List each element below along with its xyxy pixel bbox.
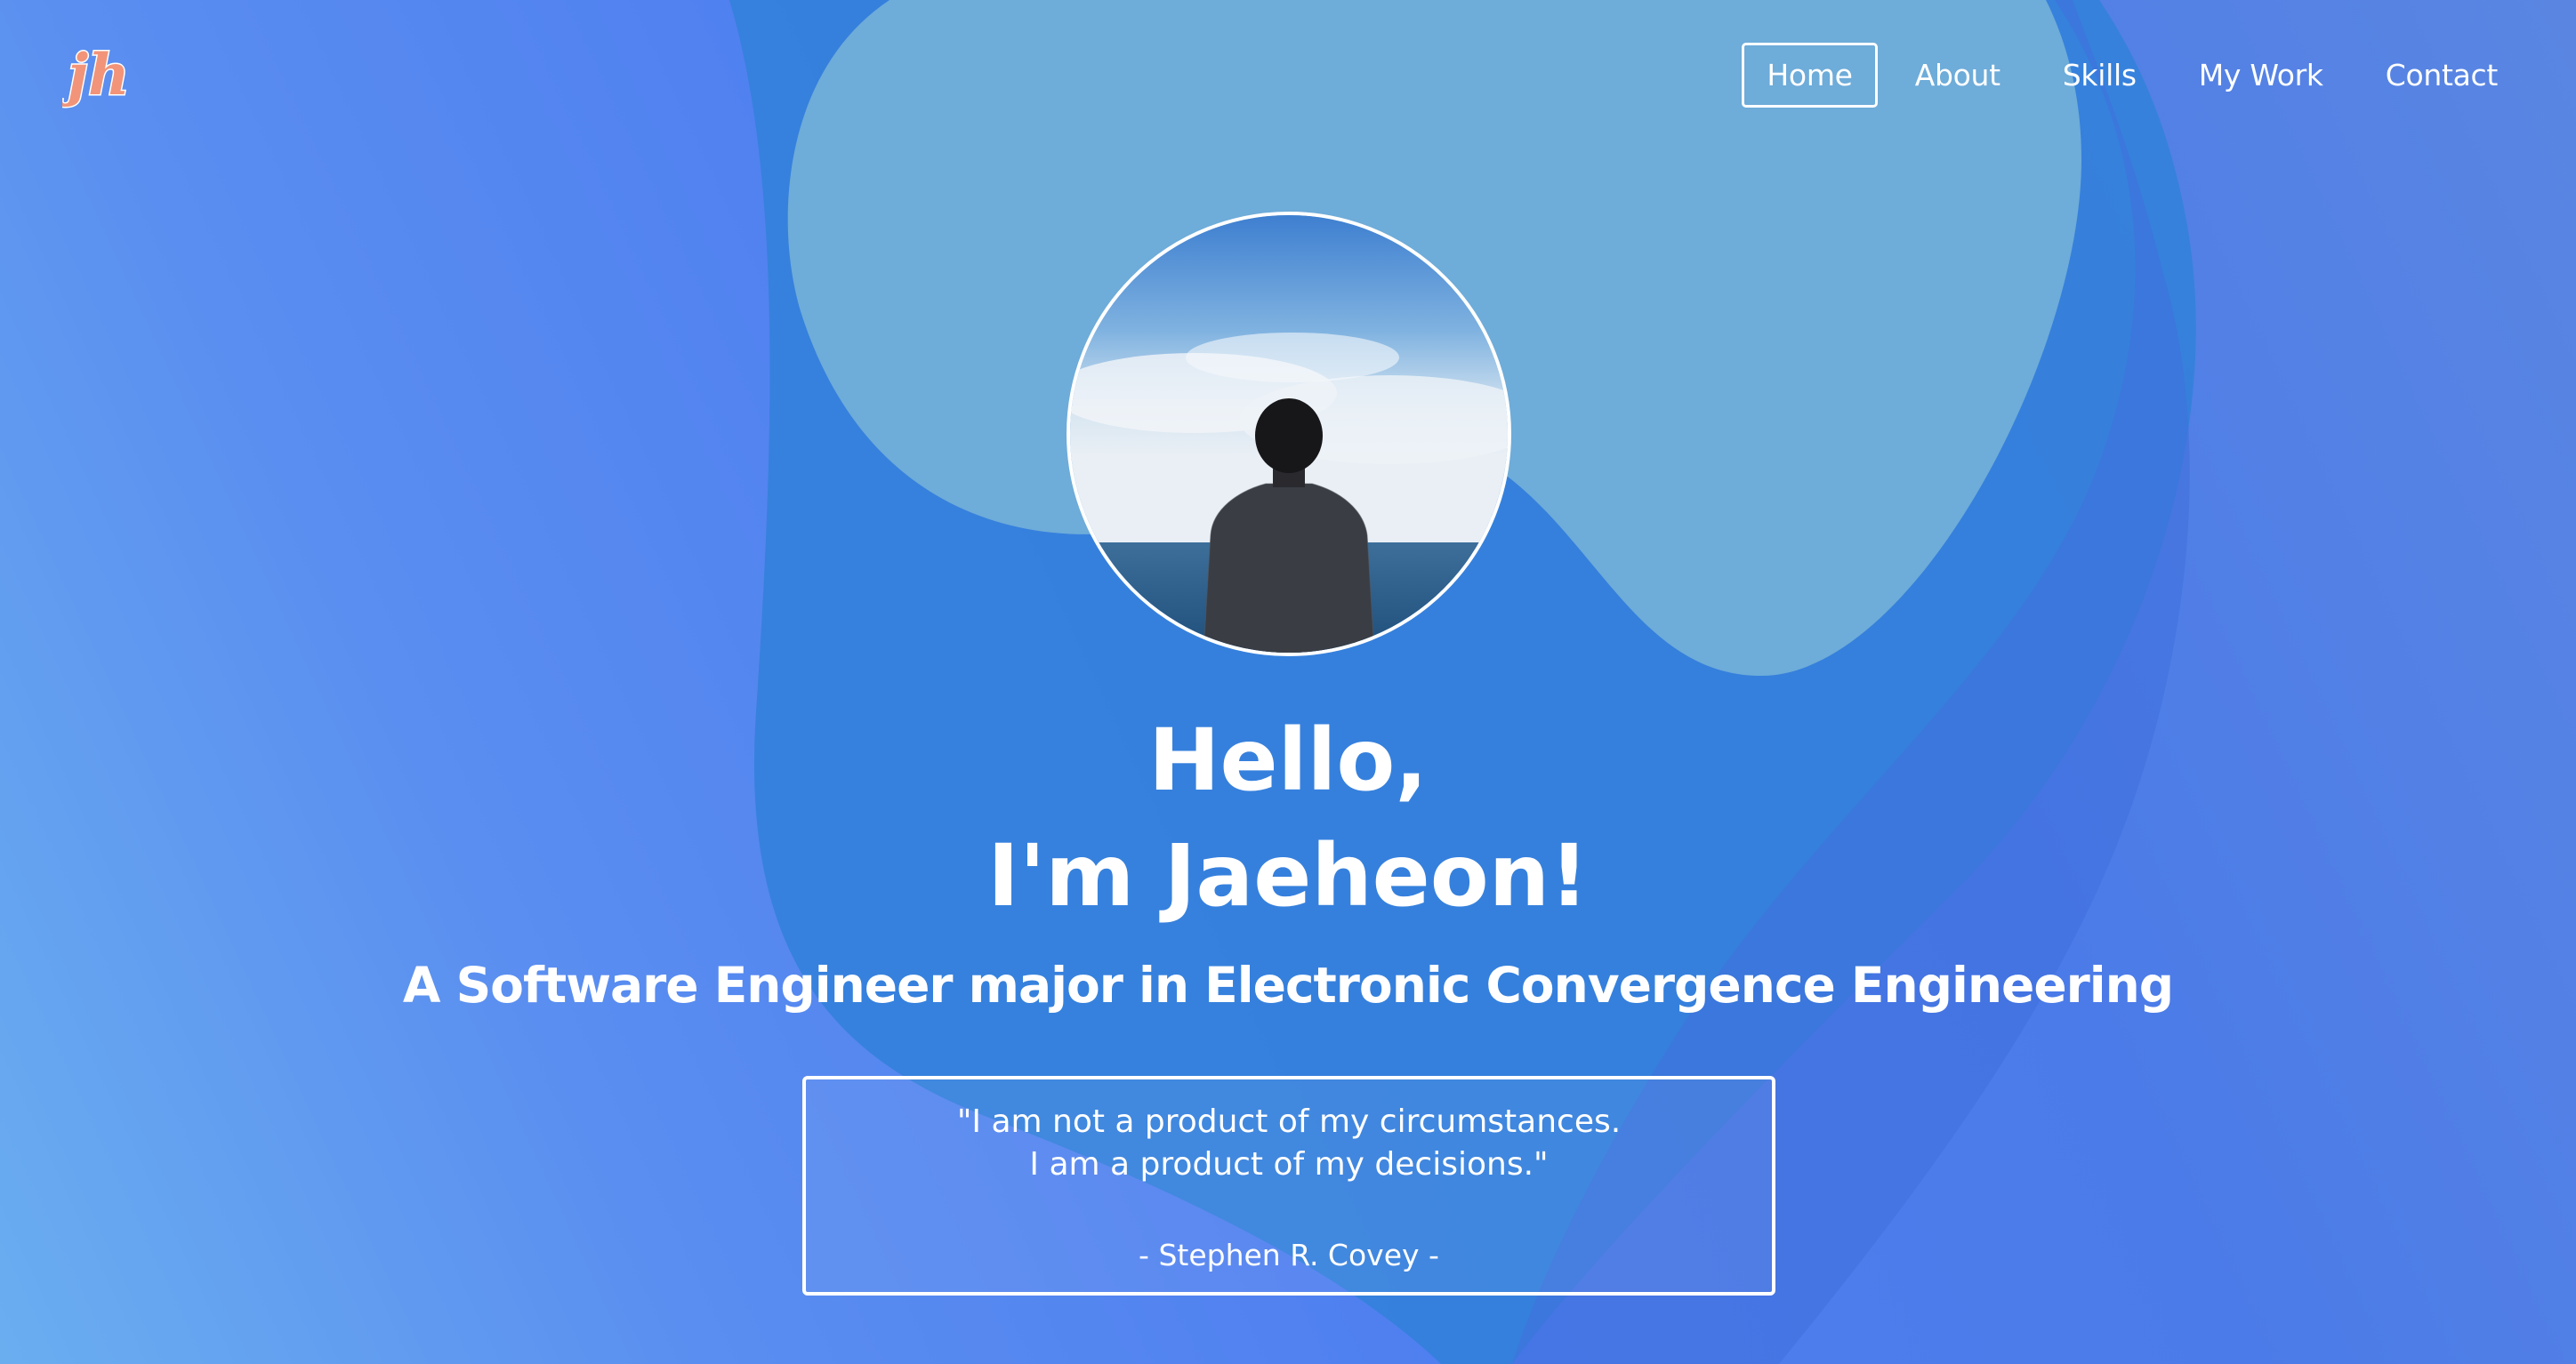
nav-home[interactable]: Home xyxy=(1742,43,1878,108)
hero-greeting-line2: I'm Jaeheon! xyxy=(987,826,1589,926)
jh-logo-icon: jh xyxy=(57,41,132,110)
main-nav: Home About Skills My Work Contact xyxy=(1729,43,2523,108)
quote-line-1: "I am not a product of my circumstances. xyxy=(956,1103,1622,1140)
nav-contact[interactable]: Contact xyxy=(2361,43,2523,108)
logo-text: jh xyxy=(62,42,130,108)
quote-author: - Stephen R. Covey - xyxy=(1139,1238,1439,1272)
home-page: jh Home About Skills My Work Contact Hel… xyxy=(0,0,2576,1364)
quote-line-2: I am a product of my decisions." xyxy=(1029,1146,1549,1183)
photo-cloud xyxy=(1186,333,1399,382)
quote-text: "I am not a product of my circumstances.… xyxy=(806,1079,1772,1186)
photo-person-head xyxy=(1255,398,1323,473)
profile-photo xyxy=(1070,215,1508,653)
quote-box: "I am not a product of my circumstances.… xyxy=(802,1076,1775,1296)
site-logo[interactable]: jh xyxy=(57,36,137,110)
photo-person-body xyxy=(1203,484,1374,653)
nav-about[interactable]: About xyxy=(1890,43,2025,108)
hero-heading: Hello, I'm Jaeheon! xyxy=(0,702,2576,934)
hero-greeting-line1: Hello, xyxy=(1148,710,1428,810)
nav-my-work[interactable]: My Work xyxy=(2174,43,2348,108)
nav-skills[interactable]: Skills xyxy=(2038,43,2161,108)
hero-subtitle: A Software Engineer major in Electronic … xyxy=(402,957,2174,1014)
profile-avatar xyxy=(1067,212,1511,656)
